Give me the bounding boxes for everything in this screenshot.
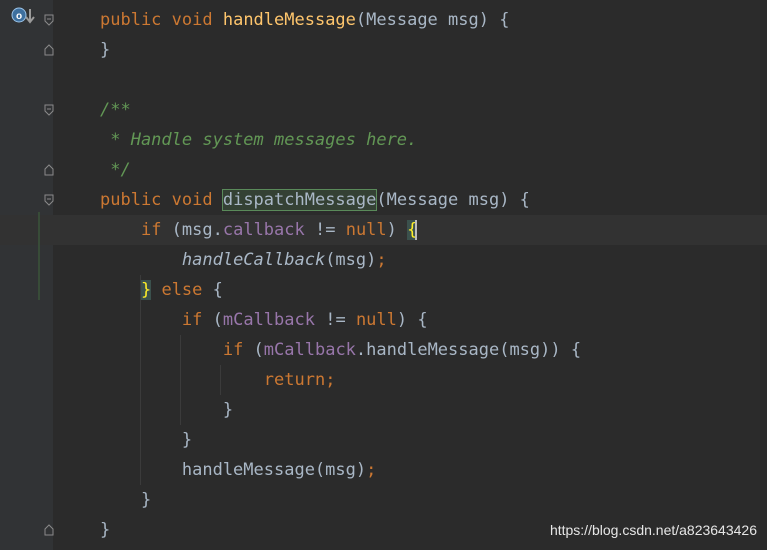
code-token: public [100, 10, 172, 30]
code-line[interactable]: handleMessage(msg); [0, 455, 767, 485]
code-token: void [171, 10, 223, 30]
code-line[interactable]: } [0, 35, 767, 65]
code-token: mCallback [263, 340, 356, 360]
code-line-text[interactable]: } [100, 35, 110, 65]
code-line-text[interactable]: public void handleMessage(Message msg) { [100, 5, 509, 35]
code-token: .handleMessage(msg)) { [355, 340, 582, 360]
code-token: public [100, 190, 172, 210]
code-token: return [263, 370, 326, 390]
code-line-text[interactable]: /** [100, 95, 131, 125]
code-line-text[interactable]: if (mCallback.handleMessage(msg)) { [100, 335, 581, 365]
fold-open-icon[interactable] [44, 194, 54, 206]
code-token: (msg. [171, 220, 223, 240]
code-token: ; [366, 460, 377, 480]
code-token: != [314, 310, 356, 330]
code-token: (Message msg) { [376, 190, 530, 210]
code-token: ; [376, 250, 387, 270]
highlighted-identifier: dispatchMessage [221, 189, 378, 211]
matched-brace: } [140, 280, 152, 300]
fold-close-icon[interactable] [44, 524, 54, 536]
code-token: ( [253, 340, 264, 360]
code-token: null [355, 310, 397, 330]
code-line[interactable]: } [0, 485, 767, 515]
watermark-text: https://blog.csdn.net/a823643426 [549, 522, 757, 538]
code-token: ) { [396, 310, 428, 330]
code-token: ( [212, 310, 223, 330]
code-line-text[interactable]: } [100, 395, 233, 425]
code-line[interactable]: if (mCallback.handleMessage(msg)) { [0, 335, 767, 365]
code-token: void [171, 190, 223, 210]
code-token: { [212, 280, 223, 300]
code-token: */ [100, 160, 131, 180]
code-line-text[interactable]: handleMessage(msg); [100, 455, 376, 485]
code-line[interactable]: * Handle system messages here. [0, 125, 767, 155]
code-token: callback [222, 220, 305, 240]
fold-open-icon[interactable] [44, 14, 54, 26]
code-editor[interactable]: o public void handleMessage(Message msg)… [0, 0, 767, 550]
code-line[interactable]: public void dispatchMessage(Message msg)… [0, 185, 767, 215]
code-line-text[interactable]: * Handle system messages here. [100, 125, 417, 155]
code-line[interactable] [0, 65, 767, 95]
code-line-text[interactable]: return; [100, 365, 336, 395]
code-line-text[interactable]: handleCallback(msg); [100, 245, 387, 275]
code-line[interactable]: if (msg.callback != null) { [0, 215, 767, 245]
code-line[interactable]: } else { [0, 275, 767, 305]
code-token: } [100, 520, 111, 540]
code-token: (msg) [325, 250, 377, 270]
code-line-text[interactable]: if (mCallback != null) { [100, 305, 428, 335]
indent-guide [180, 335, 181, 425]
code-token: != [304, 220, 346, 240]
code-line-text[interactable]: if (msg.callback != null) { [100, 215, 418, 245]
code-line-text[interactable]: } [100, 485, 151, 515]
code-line[interactable]: */ [0, 155, 767, 185]
code-token: * Handle system messages here. [100, 130, 418, 150]
code-token: handleCallback [181, 250, 326, 270]
text-caret [415, 220, 418, 240]
change-marker [38, 212, 40, 300]
code-line[interactable]: } [0, 395, 767, 425]
fold-close-icon[interactable] [44, 164, 54, 176]
code-line[interactable]: handleCallback(msg); [0, 245, 767, 275]
code-token: if [181, 310, 213, 330]
code-line[interactable]: return; [0, 365, 767, 395]
code-line[interactable]: public void handleMessage(Message msg) { [0, 5, 767, 35]
code-line-text[interactable]: } [100, 425, 192, 455]
code-token: } [100, 400, 234, 420]
code-token: mCallback [222, 310, 315, 330]
code-line[interactable]: if (mCallback != null) { [0, 305, 767, 335]
indent-guide [140, 275, 141, 485]
code-token: else [161, 280, 213, 300]
code-line-text[interactable]: } [100, 515, 110, 545]
code-token: null [345, 220, 387, 240]
code-token: if [140, 220, 172, 240]
indent-guide [220, 365, 221, 395]
code-token: } [100, 430, 193, 450]
fold-open-icon[interactable] [44, 104, 54, 116]
code-token: } [100, 490, 152, 510]
code-token: ; [325, 370, 336, 390]
code-token: if [222, 340, 254, 360]
code-token: (Message msg) { [355, 10, 510, 30]
code-line-text[interactable]: } else { [100, 275, 223, 305]
code-line[interactable]: } [0, 425, 767, 455]
code-line-text[interactable]: public void dispatchMessage(Message msg)… [100, 185, 530, 215]
code-token: } [100, 40, 111, 60]
code-token: ) [386, 220, 408, 240]
code-line-text[interactable]: */ [100, 155, 131, 185]
code-line[interactable]: /** [0, 95, 767, 125]
code-token: /** [100, 100, 131, 120]
fold-close-icon[interactable] [44, 44, 54, 56]
code-token: handleMessage [222, 10, 356, 30]
